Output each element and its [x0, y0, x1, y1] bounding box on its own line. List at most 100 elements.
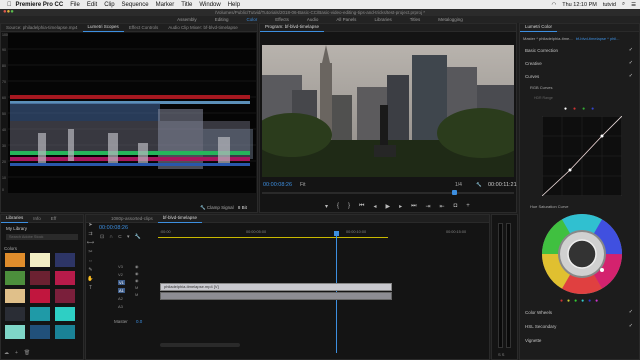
app-name-menu[interactable]: Premiere Pro CC: [16, 2, 64, 8]
color-swatch[interactable]: [5, 289, 25, 303]
tab-audio-clip-mixer[interactable]: Audio Clip Mixer: bf-blvd-timelapse: [163, 24, 243, 32]
tab-sequence-1080p[interactable]: 1080p-assorted-clips: [106, 215, 158, 223]
menu-marker[interactable]: Marker: [156, 2, 175, 8]
section-curves[interactable]: Curves: [525, 74, 539, 79]
nest-icon[interactable]: ⊡: [100, 234, 104, 240]
workspace-editing[interactable]: Editing: [206, 16, 238, 23]
type-tool-icon[interactable]: T: [89, 285, 92, 291]
playhead-marker[interactable]: [452, 190, 457, 195]
track-label-a2[interactable]: A2: [118, 296, 123, 301]
track-label-v1[interactable]: V1: [118, 280, 125, 285]
menu-list-icon[interactable]: ☰: [631, 2, 636, 8]
user-name[interactable]: tutvid: [603, 2, 616, 8]
program-video-frame[interactable]: [262, 45, 514, 177]
menu-title[interactable]: Title: [181, 2, 192, 8]
hue-blue-icon[interactable]: ●: [588, 298, 591, 304]
section-basic-correction[interactable]: Basic Correction: [525, 48, 558, 53]
add-button-icon[interactable]: +: [466, 203, 470, 210]
add-marker-icon[interactable]: ▾: [127, 234, 130, 240]
program-scrub-bar[interactable]: [262, 190, 514, 195]
workspace-libraries[interactable]: Libraries: [365, 16, 400, 23]
workspace-color[interactable]: Color: [237, 16, 266, 23]
tab-info[interactable]: Info: [28, 215, 46, 223]
master-volume[interactable]: 0.0: [136, 319, 142, 324]
colors-section-label[interactable]: Colors: [4, 246, 17, 251]
color-swatch[interactable]: [30, 307, 50, 321]
clamp-signal-control[interactable]: 🔧 Clamp Signal 8 Bit: [200, 205, 247, 211]
menu-edit[interactable]: Edit: [87, 2, 97, 8]
search-icon[interactable]: ⌕: [622, 1, 625, 8]
slip-tool-icon[interactable]: ⇔: [88, 258, 93, 264]
audio-clip[interactable]: [160, 292, 392, 300]
wrench-icon[interactable]: 🔧: [200, 205, 206, 210]
workspace-titles[interactable]: Titles: [401, 16, 430, 23]
menu-file[interactable]: File: [70, 2, 80, 8]
track-select-tool-icon[interactable]: ⇉: [88, 231, 92, 237]
fit-select[interactable]: Fit: [300, 182, 306, 188]
tab-sequence-bf-blvd[interactable]: bf-blvd-timelapse: [157, 214, 203, 223]
video-clip[interactable]: philadelphia-timelapse.mp4 [V]: [160, 283, 392, 291]
track-label-v3[interactable]: V3: [118, 264, 123, 269]
workspace-all-panels[interactable]: All Panels: [327, 16, 365, 23]
step-forward-icon[interactable]: ▸: [399, 203, 402, 210]
color-swatch[interactable]: [55, 325, 75, 339]
color-wheels-checkbox[interactable]: ✓: [629, 309, 633, 315]
stock-search-input[interactable]: Search Adobe Stock: [6, 234, 78, 240]
section-color-wheels[interactable]: Color Wheels: [525, 310, 552, 315]
in-point-icon[interactable]: {: [337, 203, 339, 210]
menu-window[interactable]: Window: [199, 2, 220, 8]
tab-program[interactable]: Program: bf-blvd-timelapse: [260, 23, 325, 32]
menu-clip[interactable]: Clip: [104, 2, 114, 8]
tab-libraries[interactable]: Libraries: [1, 214, 29, 223]
cloud-icon[interactable]: ☁: [4, 350, 9, 356]
settings-wrench-icon[interactable]: 🔧: [476, 182, 482, 188]
mute-icon[interactable]: M: [135, 292, 139, 297]
color-swatch[interactable]: [30, 325, 50, 339]
clock[interactable]: Thu 12:10 PM: [562, 2, 597, 8]
color-swatch[interactable]: [55, 253, 75, 267]
track-label-a1[interactable]: A1: [118, 288, 125, 293]
playhead-handle[interactable]: [334, 231, 339, 236]
camera-icon[interactable]: ◘: [454, 203, 458, 210]
step-back-icon[interactable]: ◂: [373, 203, 376, 210]
hue-yellow-icon[interactable]: ●: [567, 298, 570, 304]
color-swatch[interactable]: [55, 271, 75, 285]
solo-buttons[interactable]: S S: [498, 352, 504, 357]
library-select[interactable]: My Library: [6, 226, 27, 231]
tab-source[interactable]: Source: philadelphia-timelapse.mp4: [1, 24, 83, 32]
green-channel-icon[interactable]: ●: [582, 106, 585, 112]
linked-selection-icon[interactable]: ⊂: [118, 234, 122, 240]
timeline-settings-icon[interactable]: 🔧: [135, 234, 141, 240]
white-channel-icon[interactable]: ●: [564, 106, 567, 112]
insert-icon[interactable]: ⇥: [426, 203, 431, 210]
red-channel-icon[interactable]: ●: [573, 106, 576, 112]
workspace-audio[interactable]: Audio: [298, 16, 328, 23]
resolution-select[interactable]: 1/4: [455, 182, 462, 188]
color-swatch[interactable]: [5, 307, 25, 321]
eye-icon[interactable]: ◉: [135, 271, 139, 276]
go-to-out-icon[interactable]: ⏭: [411, 203, 416, 210]
timeline-zoom-scrollbar[interactable]: [160, 343, 240, 347]
blue-channel-icon[interactable]: ●: [591, 106, 594, 112]
overwrite-icon[interactable]: ⇤: [440, 203, 445, 210]
color-swatch[interactable]: [55, 289, 75, 303]
wifi-icon[interactable]: ◠: [551, 2, 556, 8]
tab-lumetri-color[interactable]: Lumetri Color: [520, 23, 558, 32]
color-swatch[interactable]: [5, 271, 25, 285]
add-content-icon[interactable]: +: [15, 350, 18, 356]
hand-tool-icon[interactable]: ✋: [87, 276, 93, 282]
timeline-timecode[interactable]: 00:00:08:26: [99, 225, 128, 231]
menu-sequence[interactable]: Sequence: [122, 2, 149, 8]
section-creative[interactable]: Creative: [525, 61, 542, 66]
hue-red-icon[interactable]: ●: [560, 298, 563, 304]
track-label-v2[interactable]: V2: [118, 272, 123, 277]
tab-effect-controls[interactable]: Effect Controls: [124, 24, 163, 32]
hsl-secondary-checkbox[interactable]: ✓: [629, 323, 633, 329]
out-point-icon[interactable]: }: [348, 203, 350, 210]
color-swatch[interactable]: [30, 271, 50, 285]
hue-cyan-icon[interactable]: ●: [581, 298, 584, 304]
rgb-curves-label[interactable]: RGB Curves: [530, 85, 552, 90]
rgb-curve-graph[interactable]: [542, 116, 622, 196]
bit-depth-select[interactable]: 8 Bit: [238, 205, 247, 210]
time-ruler[interactable]: :00:00 00:00:05:00 00:00:10:00 00:00:15:…: [158, 225, 488, 235]
